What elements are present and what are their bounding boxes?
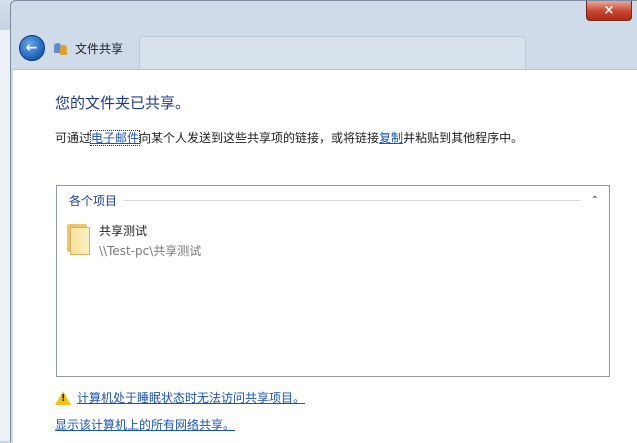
desc-prefix: 可通过 — [55, 131, 92, 145]
back-arrow-icon: ← — [25, 40, 38, 56]
group-header[interactable]: 各个项目 ⌃ — [69, 192, 599, 208]
collapse-chevron-icon[interactable]: ⌃ — [591, 195, 599, 206]
close-icon: × — [603, 3, 615, 18]
list-item[interactable]: 共享测试 \\Test-pc\共享测试 — [65, 222, 201, 259]
show-all-shares-link[interactable]: 显示该计算机上的所有网络共享。 — [55, 416, 235, 433]
group-title: 各个项目 — [69, 193, 118, 208]
item-name: 共享测试 — [99, 224, 148, 238]
content-panel: 您的文件夹已共享。 可通过电子邮件向某个人发送到这些共享项的链接，或将链接复制并… — [13, 69, 637, 443]
back-button[interactable]: ← — [19, 35, 45, 61]
wizard-titlebar: ← 文件共享 — [19, 33, 619, 63]
email-link[interactable]: 电子邮件 — [90, 130, 141, 146]
desc-middle: 向某个人发送到这些共享项的链接，或将链接 — [139, 131, 380, 145]
desc-suffix: 并粘贴到其他程序中。 — [403, 131, 524, 145]
shared-items-list: 各个项目 ⌃ 共享测试 \\Test-pc\共享测试 — [56, 185, 610, 377]
description-text: 可通过电子邮件向某个人发送到这些共享项的链接，或将链接复制并粘贴到其他程序中。 — [55, 129, 523, 146]
warning-icon: ! — [55, 390, 71, 405]
file-sharing-window: × ← 文件共享 您的文件夹已共享。 可通过电子邮件向某个人发送到这些共享项的链… — [10, 0, 637, 443]
window-title: 文件共享 — [75, 41, 124, 56]
close-button[interactable]: × — [586, 1, 632, 21]
warning-row: ! 计算机处于睡眠状态时无法访问共享项目。 — [55, 389, 305, 406]
group-divider — [123, 199, 581, 201]
file-sharing-icon — [53, 40, 69, 56]
item-path: \\Test-pc\共享测试 — [99, 244, 202, 258]
folder-icon — [65, 222, 90, 255]
sleep-warning-link[interactable]: 计算机处于睡眠状态时无法访问共享项目。 — [77, 389, 305, 406]
copy-link[interactable]: 复制 — [379, 131, 403, 145]
page-heading: 您的文件夹已共享。 — [55, 94, 191, 112]
